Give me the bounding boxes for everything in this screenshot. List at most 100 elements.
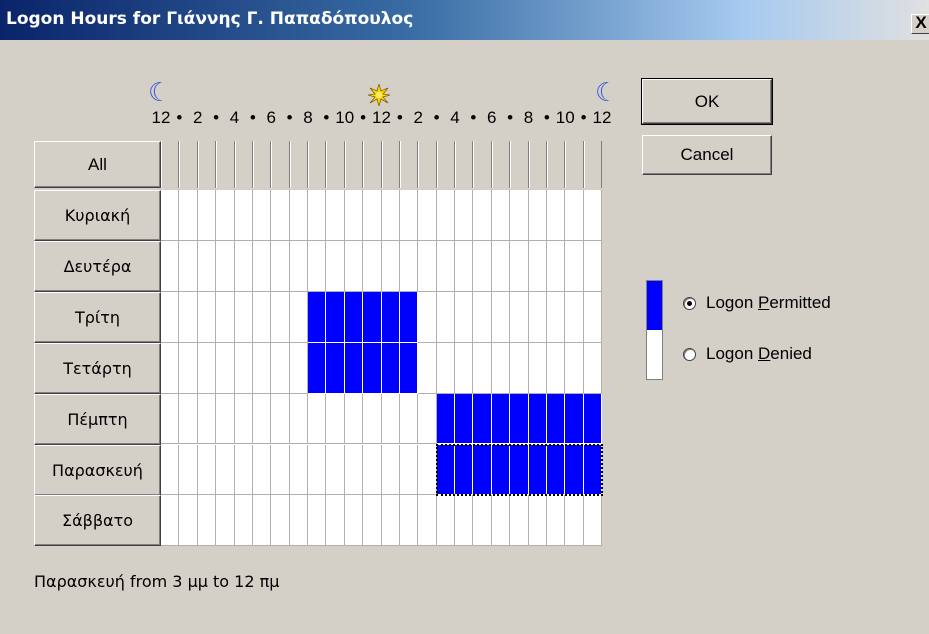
hour-cell[interactable]: [252, 444, 272, 496]
hour-cell[interactable]: [528, 342, 547, 394]
hour-cell[interactable]: [289, 393, 308, 445]
hour-column-header[interactable]: [418, 141, 437, 188]
hour-cell[interactable]: [363, 342, 382, 394]
hour-cell[interactable]: [565, 495, 584, 547]
hour-cell[interactable]: [271, 495, 290, 547]
hour-cell[interactable]: [510, 495, 529, 547]
day-row-button[interactable]: Τετάρτη: [34, 342, 161, 394]
hour-cell[interactable]: [583, 240, 602, 292]
hour-cell[interactable]: [546, 495, 566, 547]
hour-cell[interactable]: [308, 291, 327, 343]
hour-cell[interactable]: [326, 240, 345, 292]
hour-column-header[interactable]: [436, 141, 455, 188]
hour-column-header[interactable]: [161, 141, 180, 188]
hour-cell[interactable]: [326, 190, 345, 241]
hour-cell[interactable]: [197, 444, 217, 496]
hour-cell[interactable]: [546, 240, 566, 292]
hour-cell[interactable]: [473, 393, 492, 445]
hour-column-header[interactable]: [455, 141, 474, 188]
hour-cell[interactable]: [308, 444, 327, 496]
hour-cell[interactable]: [234, 190, 253, 241]
select-all-button[interactable]: All: [34, 141, 161, 188]
hour-cell[interactable]: [161, 291, 180, 343]
hour-cell[interactable]: [473, 495, 492, 547]
hour-column-header[interactable]: [179, 141, 198, 188]
hour-cell[interactable]: [565, 342, 584, 394]
hour-cell[interactable]: [271, 240, 290, 292]
hour-cell[interactable]: [197, 495, 217, 547]
hour-cell[interactable]: [583, 393, 602, 445]
hour-cell[interactable]: [363, 190, 382, 241]
hour-cell[interactable]: [161, 342, 180, 394]
hour-cell[interactable]: [271, 342, 290, 394]
day-row-button[interactable]: Πέμπτη: [34, 393, 161, 445]
hour-cell[interactable]: [399, 495, 419, 547]
radio-indicator[interactable]: [683, 347, 696, 361]
hour-cell[interactable]: [491, 240, 511, 292]
hour-cell[interactable]: [381, 393, 400, 445]
hour-column-header[interactable]: [216, 141, 235, 188]
hour-cell[interactable]: [436, 190, 455, 241]
radio-indicator[interactable]: [683, 296, 696, 310]
hour-cell[interactable]: [565, 190, 584, 241]
hour-cell[interactable]: [289, 495, 308, 547]
hour-cell[interactable]: [363, 495, 382, 547]
hour-cell[interactable]: [418, 444, 437, 496]
hour-cell[interactable]: [179, 190, 198, 241]
hour-column-header[interactable]: [565, 141, 584, 188]
hour-cell[interactable]: [473, 240, 492, 292]
hour-cell[interactable]: [179, 240, 198, 292]
hour-cell[interactable]: [546, 342, 566, 394]
hour-column-header[interactable]: [583, 141, 602, 188]
hour-cell[interactable]: [179, 291, 198, 343]
hour-column-header[interactable]: [252, 141, 272, 188]
hour-cell[interactable]: [252, 495, 272, 547]
hour-cell[interactable]: [363, 444, 382, 496]
hour-cell[interactable]: [510, 444, 529, 496]
hour-cell[interactable]: [344, 342, 364, 394]
hour-cell[interactable]: [344, 240, 364, 292]
hour-cell[interactable]: [455, 342, 474, 394]
hour-cell[interactable]: [583, 291, 602, 343]
hour-cell[interactable]: [583, 495, 602, 547]
hour-column-header[interactable]: [308, 141, 327, 188]
hour-cell[interactable]: [216, 190, 235, 241]
hour-cell[interactable]: [399, 190, 419, 241]
hour-cell[interactable]: [197, 393, 217, 445]
ok-button[interactable]: OK: [641, 78, 773, 125]
hour-cell[interactable]: [161, 495, 180, 547]
hour-cell[interactable]: [344, 291, 364, 343]
hour-cell[interactable]: [418, 495, 437, 547]
hour-cell[interactable]: [252, 342, 272, 394]
hour-cell[interactable]: [289, 190, 308, 241]
hour-cell[interactable]: [289, 342, 308, 394]
hour-cell[interactable]: [491, 190, 511, 241]
hour-cell[interactable]: [289, 291, 308, 343]
hour-cell[interactable]: [510, 190, 529, 241]
hour-cell[interactable]: [161, 190, 180, 241]
hour-cell[interactable]: [197, 342, 217, 394]
hour-column-header[interactable]: [381, 141, 400, 188]
hour-cell[interactable]: [363, 393, 382, 445]
hour-column-header[interactable]: [234, 141, 253, 188]
hour-cell[interactable]: [583, 444, 602, 496]
hour-cell[interactable]: [491, 342, 511, 394]
hour-cell[interactable]: [179, 444, 198, 496]
hour-column-header[interactable]: [326, 141, 345, 188]
hour-cell[interactable]: [418, 190, 437, 241]
hour-cell[interactable]: [473, 444, 492, 496]
hour-cell[interactable]: [528, 291, 547, 343]
hour-cell[interactable]: [161, 240, 180, 292]
hour-cell[interactable]: [418, 240, 437, 292]
hour-cell[interactable]: [491, 291, 511, 343]
hour-cell[interactable]: [565, 393, 584, 445]
hour-cell[interactable]: [234, 393, 253, 445]
hour-cell[interactable]: [216, 291, 235, 343]
hour-cell[interactable]: [326, 291, 345, 343]
hour-cell[interactable]: [308, 495, 327, 547]
hour-cell[interactable]: [216, 495, 235, 547]
hour-cell[interactable]: [565, 240, 584, 292]
hour-cell[interactable]: [252, 291, 272, 343]
hour-cell[interactable]: [381, 495, 400, 547]
hour-cell[interactable]: [473, 291, 492, 343]
